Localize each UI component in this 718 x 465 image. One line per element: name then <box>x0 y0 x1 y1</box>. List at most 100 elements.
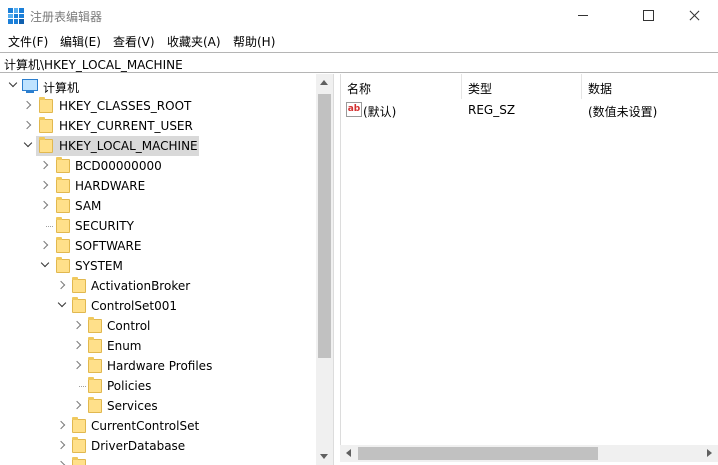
value-data: (数值未设置) <box>588 105 658 119</box>
column-header-type[interactable]: 类型 <box>462 74 582 99</box>
menu-bar: 文件(F) 编辑(E) 查看(V) 收藏夹(A) 帮助(H) <box>0 30 718 51</box>
column-header-name[interactable]: 名称 <box>341 74 462 99</box>
chevron-right-icon[interactable] <box>74 321 82 329</box>
folder-icon <box>56 157 70 173</box>
folder-icon <box>88 397 102 413</box>
folder-icon <box>88 317 102 333</box>
title-bar: 注册表编辑器 <box>0 0 718 30</box>
window-title: 注册表编辑器 <box>30 10 103 24</box>
tree-node-driverdatabase[interactable]: DriverDatabase <box>0 436 316 456</box>
chevron-right-icon[interactable] <box>41 241 49 249</box>
string-value-icon: ab <box>346 102 362 117</box>
tree-node-hkcu[interactable]: HKEY_CURRENT_USER <box>0 116 316 136</box>
chevron-right-icon[interactable] <box>58 281 66 289</box>
chevron-right-icon[interactable] <box>41 161 49 169</box>
chevron-right-icon[interactable] <box>58 421 66 429</box>
scroll-thumb[interactable] <box>318 94 331 358</box>
chevron-right-icon[interactable] <box>24 121 32 129</box>
chevron-right-icon[interactable] <box>58 441 66 449</box>
tree-node-system[interactable]: SYSTEM <box>0 256 316 276</box>
minimize-button[interactable] <box>560 0 606 30</box>
menu-help[interactable]: 帮助(H) <box>233 33 275 50</box>
tree-node-control[interactable]: Control <box>0 316 316 336</box>
close-button[interactable] <box>672 0 718 30</box>
chevron-right-icon[interactable] <box>74 341 82 349</box>
menu-favorites[interactable]: 收藏夹(A) <box>167 33 221 50</box>
chevron-down-icon[interactable] <box>41 261 49 269</box>
regedit-app-icon <box>8 8 24 24</box>
chevron-right-icon[interactable] <box>58 461 66 465</box>
values-list-pane: 名称 类型 数据 ab (默认) REG_SZ (数值未设置) <box>340 74 718 445</box>
menu-edit[interactable]: 编辑(E) <box>60 33 101 50</box>
tree-vertical-scrollbar[interactable] <box>316 74 333 465</box>
column-header-label: 数据 <box>588 82 613 96</box>
folder-icon <box>56 177 70 193</box>
scroll-thumb[interactable] <box>358 447 598 460</box>
tree-node-enum[interactable]: Enum <box>0 336 316 356</box>
computer-icon <box>22 79 38 93</box>
menu-file[interactable]: 文件(F) <box>8 33 48 50</box>
folder-icon <box>72 457 86 465</box>
tree-label: ActivationBroker <box>91 279 191 293</box>
tree-node-hklm[interactable]: HKEY_LOCAL_MACHINE <box>0 136 316 156</box>
tree-label: SOFTWARE <box>75 239 142 253</box>
tree-node-hkcr[interactable]: HKEY_CLASSES_ROOT <box>0 96 316 116</box>
folder-icon <box>72 417 86 433</box>
tree-node-currentcontrolset[interactable]: CurrentControlSet <box>0 416 316 436</box>
column-header-data[interactable]: 数据 <box>582 74 718 99</box>
tree-node-partial[interactable] <box>0 456 316 465</box>
folder-icon <box>56 197 70 213</box>
tree-connector <box>46 226 53 227</box>
folder-icon <box>72 297 86 313</box>
scroll-up-arrow-icon[interactable] <box>320 80 328 85</box>
maximize-button[interactable] <box>625 0 671 30</box>
scroll-down-arrow-icon[interactable] <box>320 454 328 459</box>
tree-node-hardware-profiles[interactable]: Hardware Profiles <box>0 356 316 376</box>
tree-label: Hardware Profiles <box>107 359 213 373</box>
tree-node-policies[interactable]: Policies <box>0 376 316 396</box>
folder-icon <box>39 117 53 133</box>
scroll-left-arrow-icon[interactable] <box>346 449 351 457</box>
tree-node-security[interactable]: SECURITY <box>0 216 316 236</box>
chevron-down-icon[interactable] <box>58 301 66 309</box>
value-row[interactable]: ab (默认) REG_SZ (数值未设置) <box>341 100 718 120</box>
chevron-right-icon[interactable] <box>41 181 49 189</box>
tree-label: DriverDatabase <box>91 439 186 453</box>
chevron-right-icon[interactable] <box>74 401 82 409</box>
list-horizontal-scrollbar[interactable] <box>340 445 718 462</box>
chevron-down-icon[interactable] <box>9 81 17 89</box>
folder-icon <box>88 377 102 393</box>
folder-icon <box>39 97 53 113</box>
tree-label: SECURITY <box>75 219 134 233</box>
tree-node-activationbroker[interactable]: ActivationBroker <box>0 276 316 296</box>
tree-node-sam[interactable]: SAM <box>0 196 316 216</box>
tree-label: SAM <box>75 199 102 213</box>
chevron-down-icon[interactable] <box>24 141 32 149</box>
tree-label: HKEY_CLASSES_ROOT <box>59 99 192 113</box>
scroll-right-arrow-icon[interactable] <box>707 449 712 457</box>
tree-label: BCD00000000 <box>75 159 162 173</box>
tree-node-hardware[interactable]: HARDWARE <box>0 176 316 196</box>
tree-label: Services <box>107 399 158 413</box>
value-type: REG_SZ <box>468 103 516 117</box>
tree-label: HARDWARE <box>75 179 146 193</box>
folder-icon <box>56 257 70 273</box>
menu-view[interactable]: 查看(V) <box>113 33 155 50</box>
address-path[interactable]: 计算机\HKEY_LOCAL_MACHINE <box>4 56 183 73</box>
address-bar[interactable]: 计算机\HKEY_LOCAL_MACHINE <box>0 52 718 73</box>
value-name: (默认) <box>363 105 397 119</box>
tree-node-controlset001[interactable]: ControlSet001 <box>0 296 316 316</box>
tree-label: Policies <box>107 379 152 393</box>
tree-connector <box>79 386 86 387</box>
chevron-right-icon[interactable] <box>24 101 32 109</box>
tree-label: 计算机 <box>43 81 80 95</box>
tree-node-services[interactable]: Services <box>0 396 316 416</box>
tree-root-computer[interactable]: 计算机 <box>0 76 316 96</box>
tree-label: Enum <box>107 339 142 353</box>
chevron-right-icon[interactable] <box>74 361 82 369</box>
tree-node-bcd[interactable]: BCD00000000 <box>0 156 316 176</box>
tree-node-software[interactable]: SOFTWARE <box>0 236 316 256</box>
tree-label: HKEY_LOCAL_MACHINE <box>59 139 198 153</box>
folder-icon <box>72 277 86 293</box>
chevron-right-icon[interactable] <box>41 201 49 209</box>
